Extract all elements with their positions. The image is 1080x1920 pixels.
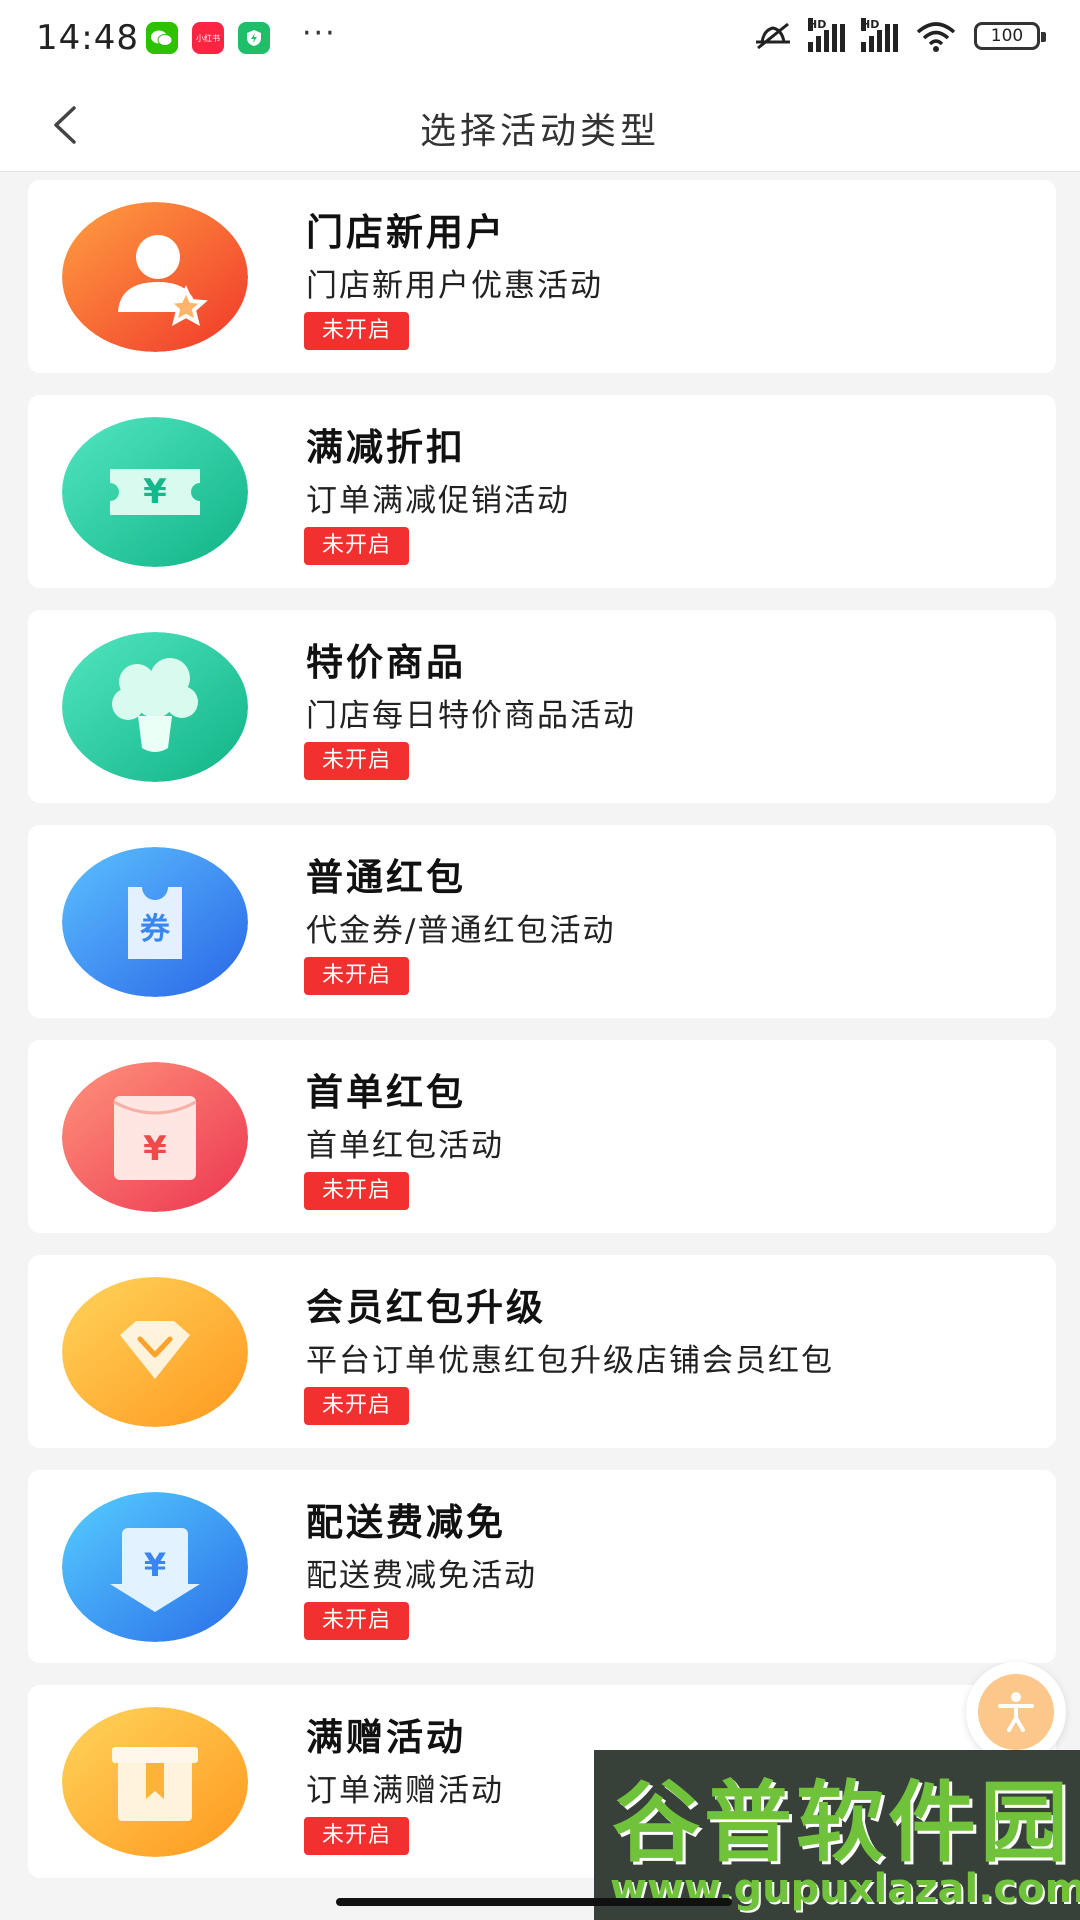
activity-description: 平台订单优惠红包升级店铺会员红包 [306, 1343, 834, 1379]
activity-card-new-user[interactable]: 门店新用户 门店新用户优惠活动 未开启 [28, 180, 1056, 373]
status-badge: 未开启 [304, 1387, 410, 1425]
activity-card-coupon[interactable]: 券 普通红包 代金券/普通红包活动 未开启 [28, 825, 1056, 1018]
status-badge: 未开启 [304, 1172, 410, 1210]
status-app-icons: 小红书 [146, 22, 270, 54]
activity-list: 门店新用户 门店新用户优惠活动 未开启 ¥ 满减折扣 订单满减促销活动 未开启 [28, 180, 1056, 1900]
red-envelope-icon: ¥ [62, 1062, 248, 1212]
activity-title: 门店新用户 [306, 211, 506, 254]
svg-text:¥: ¥ [144, 1546, 166, 1584]
page-title: 选择活动类型 [419, 111, 660, 152]
battery-icon: 100 [974, 22, 1046, 50]
nav-bar: 选择活动类型 [0, 78, 1080, 172]
svg-text:¥: ¥ [143, 1129, 167, 1169]
activity-title: 满减折扣 [306, 426, 466, 469]
activity-description: 订单满减促销活动 [306, 483, 570, 519]
status-badge: 未开启 [304, 312, 410, 350]
status-bar: 14:48 小红书 ··· HD HD 100 [0, 0, 1080, 78]
wechat-icon [146, 22, 178, 54]
signal-icon-2: HD [861, 18, 898, 52]
svg-text:¥: ¥ [143, 472, 167, 512]
discount-ticket-icon: ¥ [62, 417, 248, 567]
activity-card-special-price[interactable]: 特价商品 门店每日特价商品活动 未开启 [28, 610, 1056, 803]
svg-text:券: 券 [140, 912, 171, 947]
activity-card-discount[interactable]: ¥ 满减折扣 订单满减促销活动 未开启 [28, 395, 1056, 588]
status-badge: 未开启 [304, 742, 410, 780]
activity-card-delivery-fee[interactable]: ¥ 配送费减免 配送费减免活动 未开启 [28, 1470, 1056, 1663]
status-badge: 未开启 [304, 527, 410, 565]
activity-description: 配送费减免活动 [306, 1558, 537, 1594]
cabbage-icon [62, 632, 248, 782]
activity-description: 代金券/普通红包活动 [306, 913, 616, 949]
gift-box-icon [62, 1707, 248, 1857]
more-notifications-icon: ··· [302, 16, 337, 51]
security-app-icon [238, 22, 270, 54]
activity-description: 门店新用户优惠活动 [306, 268, 603, 304]
accessibility-button[interactable] [966, 1662, 1066, 1762]
accessibility-icon [978, 1674, 1054, 1750]
wifi-icon [916, 22, 956, 52]
activity-description: 门店每日特价商品活动 [306, 698, 636, 734]
activity-title: 特价商品 [306, 641, 466, 684]
status-badge: 未开启 [304, 957, 410, 995]
home-indicator[interactable] [336, 1898, 732, 1906]
activity-title: 配送费减免 [306, 1501, 506, 1544]
activity-title: 首单红包 [306, 1071, 466, 1114]
status-badge: 未开启 [304, 1817, 410, 1855]
delivery-fee-icon: ¥ [62, 1492, 248, 1642]
xiaohongshu-icon: 小红书 [192, 22, 224, 54]
activity-card-member-upgrade[interactable]: 会员红包升级 平台订单优惠红包升级店铺会员红包 未开启 [28, 1255, 1056, 1448]
signal-icon-1: HD [808, 18, 845, 52]
new-user-icon [62, 202, 248, 352]
coupon-icon: 券 [62, 847, 248, 997]
watermark: 谷普软件园 www.gupuxlazal.com [594, 1750, 1080, 1920]
activity-title: 满赠活动 [306, 1716, 466, 1759]
status-badge: 未开启 [304, 1602, 410, 1640]
mute-icon [756, 22, 790, 50]
activity-card-first-order[interactable]: ¥ 首单红包 首单红包活动 未开启 [28, 1040, 1056, 1233]
status-time: 14:48 [36, 18, 139, 58]
activity-title: 会员红包升级 [306, 1286, 546, 1329]
watermark-name: 谷普软件园 [612, 1771, 1073, 1874]
status-indicators: HD HD 100 [754, 18, 1046, 52]
activity-title: 普通红包 [306, 856, 466, 899]
diamond-icon [62, 1277, 248, 1427]
activity-description: 首单红包活动 [306, 1128, 504, 1164]
activity-description: 订单满赠活动 [306, 1773, 504, 1809]
